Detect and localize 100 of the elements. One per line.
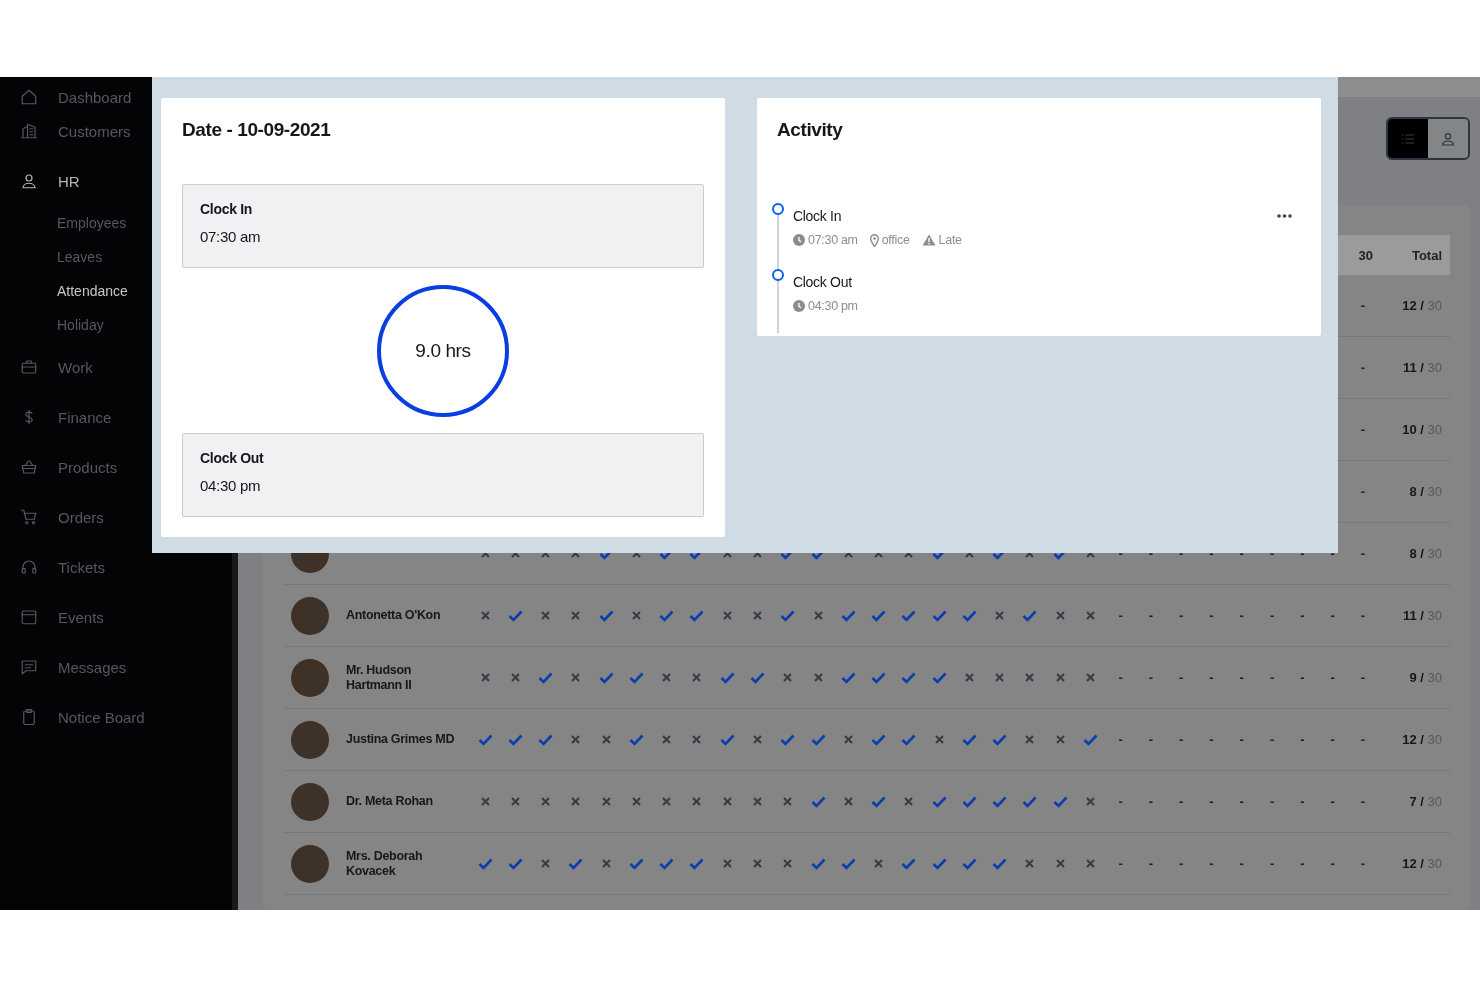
no-record-mark: - <box>1360 484 1366 499</box>
no-record-mark: - <box>1179 546 1184 561</box>
no-record-mark: - <box>1269 732 1275 747</box>
no-record-mark: - <box>1179 794 1184 809</box>
no-record-mark: - <box>1239 794 1244 809</box>
warning-icon <box>921 234 936 246</box>
sidebar-item[interactable]: Dashboard <box>0 77 232 106</box>
sidebar-item[interactable]: Messages <box>0 642 232 692</box>
calendar-icon <box>20 608 38 626</box>
location-pin-icon <box>869 233 879 247</box>
clock-in-time: 07:30 am <box>200 228 261 245</box>
no-record-mark: - <box>1239 670 1244 685</box>
no-record-mark: - <box>1269 670 1275 685</box>
no-record-mark: - <box>1118 794 1123 809</box>
no-record-mark: - <box>1148 732 1154 747</box>
clock-out-label: Clock Out <box>200 450 264 466</box>
no-record-mark: - <box>1148 608 1154 623</box>
no-record-mark: - <box>1360 608 1365 623</box>
date-title: Date - 10-09-2021 <box>182 119 332 142</box>
timeline-dot <box>772 203 784 215</box>
no-record-mark: - <box>1179 732 1184 747</box>
activity-detail: 07:30 am <box>808 233 858 247</box>
sidebar-item[interactable]: Events <box>0 592 232 642</box>
no-record-mark: - <box>1269 794 1275 809</box>
no-record-mark: - <box>1179 856 1184 871</box>
no-record-mark: - <box>1209 856 1214 871</box>
clipboard-icon <box>20 708 38 726</box>
person-view-button[interactable] <box>1428 119 1468 158</box>
sidebar-item[interactable]: Notice Board <box>0 692 232 742</box>
no-record-mark: - <box>1239 546 1244 561</box>
activity-detail: Late <box>938 233 962 247</box>
clock-out-time: 04:30 pm <box>200 477 261 494</box>
activity-detail: office <box>881 233 910 247</box>
no-record-mark: - <box>1239 608 1244 623</box>
no-record-mark: - <box>1300 856 1305 871</box>
no-record-mark: - <box>1330 546 1335 561</box>
no-record-mark: - <box>1360 422 1366 437</box>
activity-title-text: Clock Out <box>793 274 852 290</box>
no-record-mark: - <box>1179 608 1184 623</box>
more-icon[interactable] <box>1277 214 1292 218</box>
no-record-mark: - <box>1209 608 1214 623</box>
no-record-mark: - <box>1209 794 1214 809</box>
basket-icon <box>20 458 38 476</box>
no-record-mark: - <box>1148 794 1154 809</box>
building-icon <box>20 122 38 140</box>
no-record-mark: - <box>1209 732 1214 747</box>
employee-name: Mr. Hudson Hartmann II <box>346 663 413 692</box>
no-record-mark: - <box>1239 856 1244 871</box>
sidebar-item[interactable]: Orders <box>0 492 232 542</box>
no-record-mark: - <box>1360 732 1365 747</box>
no-record-mark: - <box>1148 670 1154 685</box>
no-record-mark: - <box>1148 546 1154 561</box>
no-record-mark: - <box>1360 856 1365 871</box>
sidebar-item[interactable]: Finance <box>0 392 232 442</box>
cart-icon <box>20 508 38 526</box>
home-icon <box>20 88 38 106</box>
employee-name: Mrs. Deborah Kovacek <box>346 849 424 878</box>
timeline-dot <box>772 269 784 281</box>
chat-icon <box>20 658 38 676</box>
no-record-mark: - <box>1239 732 1244 747</box>
no-record-mark: - <box>1118 546 1123 561</box>
no-record-mark: - <box>1330 608 1335 623</box>
activity-title-text: Clock In <box>793 208 842 224</box>
no-record-mark: - <box>1269 546 1275 561</box>
no-record-mark: - <box>1330 732 1335 747</box>
no-record-mark: - <box>1148 856 1154 871</box>
person-icon <box>1440 130 1456 147</box>
no-record-mark: - <box>1360 794 1365 809</box>
no-record-mark: - <box>1330 670 1335 685</box>
no-record-mark: - <box>1269 608 1275 623</box>
no-record-mark: - <box>1330 856 1335 871</box>
no-record-mark: - <box>1118 670 1123 685</box>
sidebar-item[interactable]: Work <box>0 342 232 392</box>
no-record-mark: - <box>1360 670 1365 685</box>
no-record-mark: - <box>1300 670 1305 685</box>
no-record-mark: - <box>1360 298 1366 313</box>
no-record-mark: - <box>1330 794 1335 809</box>
no-record-mark: - <box>1209 670 1214 685</box>
person-icon <box>20 172 38 190</box>
activity-detail: 04:30 pm <box>808 299 858 313</box>
no-record-mark: - <box>1269 856 1275 871</box>
employee-name: Dr. Meta Rohan <box>346 794 434 809</box>
employee-name: Justina Grimes MD <box>346 732 456 747</box>
employee-name: Antonetta O'Kon <box>346 608 442 623</box>
no-record-mark: - <box>1300 794 1305 809</box>
sidebar-item[interactable]: Tickets <box>0 542 232 592</box>
no-record-mark: - <box>1360 546 1365 561</box>
hours-circle: 9.0 hrs <box>377 284 509 417</box>
clock-icon <box>793 300 805 312</box>
clock-icon <box>793 234 805 246</box>
activity-title: Activity <box>777 119 844 142</box>
no-record-mark: - <box>1300 732 1305 747</box>
briefcase-icon <box>20 358 38 376</box>
no-record-mark: - <box>1118 856 1123 871</box>
no-record-mark: - <box>1209 546 1214 561</box>
no-record-mark: - <box>1360 360 1366 375</box>
clock-in-label: Clock In <box>200 201 253 217</box>
no-record-mark: - <box>1118 608 1123 623</box>
no-record-mark: - <box>1300 546 1305 561</box>
column-header: 30 <box>1357 247 1374 263</box>
